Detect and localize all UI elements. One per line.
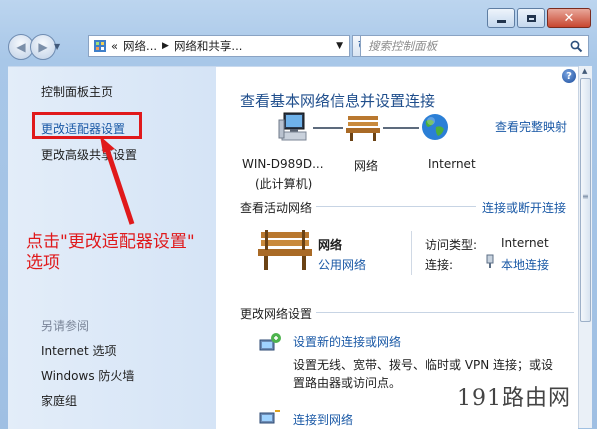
ethernet-plug-icon [486, 254, 494, 268]
search-box[interactable] [360, 35, 589, 57]
help-icon[interactable]: ? [562, 69, 576, 83]
close-button[interactable]: ✕ [547, 8, 591, 28]
annotation-line-2: 选项 [26, 253, 60, 273]
search-icon[interactable] [570, 40, 583, 53]
computer-name-label: WIN-D989D... [242, 157, 324, 171]
computer-icon [278, 112, 307, 141]
scrollbar-grip-icon: ≡ [582, 192, 589, 201]
active-network-name: 网络 [318, 238, 343, 252]
new-connection-icon [259, 333, 281, 351]
close-icon: ✕ [563, 10, 575, 26]
control-panel-icon [94, 40, 106, 52]
connect-to-network-link[interactable]: 连接到网络 [293, 411, 353, 428]
access-type-value: Internet [501, 236, 549, 250]
breadcrumb-overflow[interactable]: « [111, 39, 118, 53]
active-network-bench-icon [258, 230, 312, 270]
network-bench-icon [346, 116, 380, 141]
scroll-up-icon[interactable]: ▲ [582, 67, 587, 75]
map-connector-line [313, 127, 343, 129]
address-bar[interactable]: « 网络... ▶ 网络和共享... ▼ [88, 35, 350, 57]
connections-label: 连接: [425, 258, 454, 272]
recent-pages-dropdown[interactable]: ▼ [54, 42, 60, 51]
local-connection-link[interactable]: 本地连接 [501, 256, 549, 273]
back-arrow-icon: ◀ [16, 40, 26, 54]
site-watermark: 191路由网 [457, 386, 571, 411]
navigation-bar: ◀ ▶ ▼ « 网络... ▶ 网络和共享... ▼ ↻ [8, 34, 591, 60]
map-connector-line-2 [383, 127, 419, 129]
windows-firewall-link[interactable]: Windows 防火墙 [41, 367, 134, 384]
connect-to-network-icon [259, 410, 280, 424]
section-divider [316, 206, 476, 207]
section-divider-2 [316, 312, 574, 313]
page-title: 查看基本网络信息并设置连接 [240, 92, 436, 110]
homegroup-link[interactable]: 家庭组 [41, 392, 77, 409]
maximize-button[interactable] [517, 8, 545, 28]
see-also-heading: 另请参阅 [41, 319, 90, 333]
setup-new-connection-link[interactable]: 设置新的连接或网络 [293, 333, 401, 350]
annotation-line-1: 点击"更改适配器设置" [26, 232, 195, 252]
click-instruction-annotation: 点击"更改适配器设置" 选项 [26, 232, 195, 274]
window-caption-buttons: ✕ [487, 8, 591, 28]
control-panel-home-link[interactable]: 控制面板主页 [41, 83, 113, 100]
breadcrumb-network-sharing[interactable]: 网络和共享... [174, 38, 242, 54]
search-input[interactable] [361, 38, 560, 54]
control-panel-window: ✕ ◀ ▶ ▼ « 网络... ▶ 网络和共享... ▼ ↻ [0, 0, 597, 429]
change-network-settings-heading: 更改网络设置 [240, 307, 313, 321]
internet-label: Internet [428, 157, 476, 171]
column-divider [411, 231, 412, 275]
setup-new-connection-desc-1: 设置无线、宽带、拨号、临时或 VPN 连接；或设 [293, 358, 554, 372]
breadcrumb-network[interactable]: 网络... [123, 38, 157, 54]
breadcrumb-chevron-icon[interactable]: ▶ [162, 41, 169, 51]
vertical-scrollbar[interactable]: ▲ ≡ [578, 66, 592, 428]
highlight-box [32, 112, 142, 139]
forward-arrow-icon: ▶ [38, 40, 48, 54]
see-full-map-link[interactable]: 查看完整映射 [495, 118, 567, 135]
internet-globe-icon [422, 114, 448, 140]
change-advanced-sharing-link[interactable]: 更改高级共享设置 [41, 146, 137, 163]
network-label: 网络 [354, 159, 379, 173]
view-active-networks-heading: 查看活动网络 [240, 201, 313, 215]
setup-new-connection-desc-2: 置路由器或访问点。 [293, 376, 402, 390]
address-dropdown-icon[interactable]: ▼ [336, 41, 343, 51]
access-type-label: 访问类型: [425, 238, 478, 252]
minimize-icon [496, 19, 506, 23]
forward-button[interactable]: ▶ [30, 34, 56, 60]
minimize-button[interactable] [487, 8, 515, 28]
connect-disconnect-link[interactable]: 连接或断开连接 [482, 199, 566, 216]
this-computer-label: (此计算机) [255, 177, 313, 191]
internet-options-link[interactable]: Internet 选项 [41, 342, 116, 359]
public-network-link[interactable]: 公用网络 [318, 256, 366, 273]
maximize-icon [526, 14, 536, 22]
